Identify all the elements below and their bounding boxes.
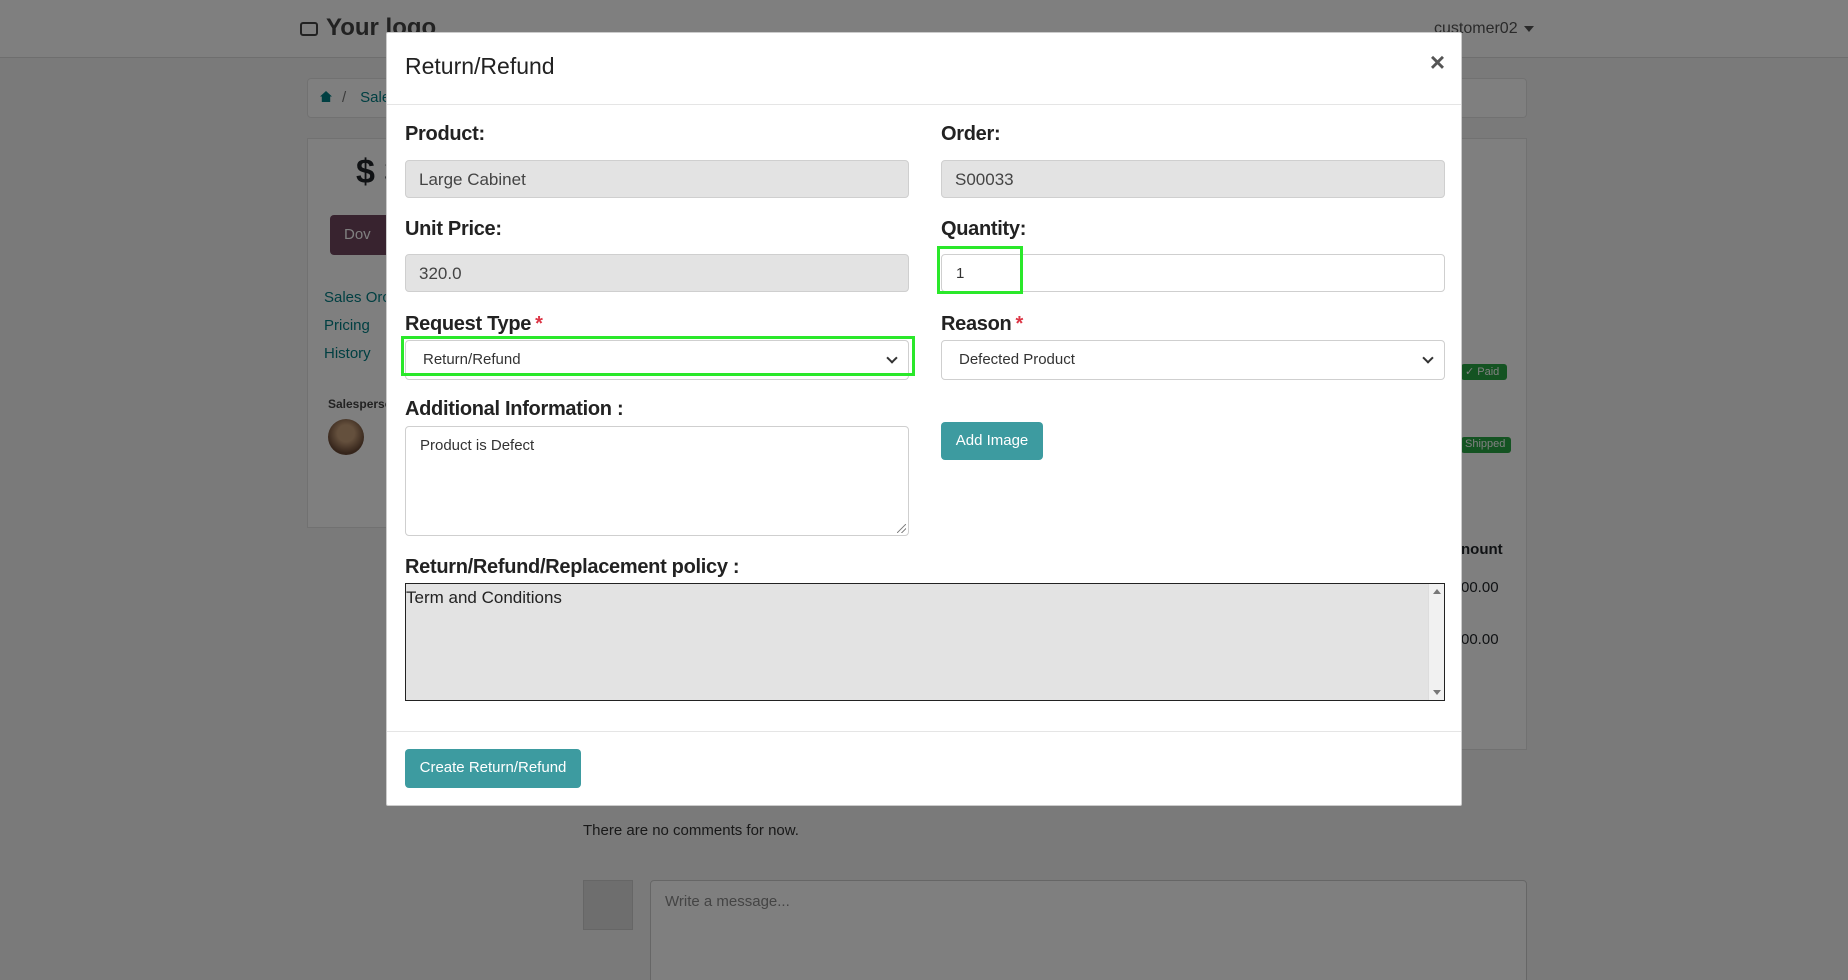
request-type-label-text: Request Type xyxy=(405,313,532,335)
chevron-down-icon xyxy=(886,352,898,364)
reason-value: Defected Product xyxy=(959,351,1075,368)
unit-price-field: 320.0 xyxy=(405,254,909,292)
reason-label-text: Reason xyxy=(941,313,1012,335)
return-refund-modal: Return/Refund × Product: Large Cabinet O… xyxy=(386,32,1462,806)
quantity-label: Quantity: xyxy=(941,218,1027,240)
request-type-value: Return/Refund xyxy=(423,351,521,368)
reason-select[interactable]: Defected Product xyxy=(941,340,1445,380)
create-return-refund-button[interactable]: Create Return/Refund xyxy=(405,749,581,788)
product-label: Product: xyxy=(405,123,485,145)
request-type-label: Request Type * xyxy=(405,313,543,336)
request-type-select[interactable]: Return/Refund xyxy=(405,340,909,380)
close-icon[interactable]: × xyxy=(1430,47,1445,78)
modal-header: Return/Refund × xyxy=(387,33,1461,105)
policy-scrollbar[interactable] xyxy=(1428,584,1444,700)
product-field: Large Cabinet xyxy=(405,160,909,198)
quantity-input[interactable]: 1 xyxy=(941,254,1445,292)
modal-footer xyxy=(387,731,1461,732)
additional-info-textarea[interactable]: Product is Defect xyxy=(405,426,909,536)
scroll-up-icon[interactable] xyxy=(1433,589,1441,594)
additional-info-value: Product is Defect xyxy=(420,437,535,454)
policy-value: Term and Conditions xyxy=(406,588,562,607)
chevron-down-icon xyxy=(1422,352,1434,364)
required-marker: * xyxy=(1015,313,1023,335)
reason-label: Reason * xyxy=(941,313,1023,336)
add-image-button[interactable]: Add Image xyxy=(941,422,1043,460)
order-label: Order: xyxy=(941,123,1001,145)
resize-handle-icon[interactable] xyxy=(897,524,906,533)
unit-price-label: Unit Price: xyxy=(405,218,502,240)
policy-label: Return/Refund/Replacement policy : xyxy=(405,556,740,578)
policy-textarea[interactable]: Term and Conditions xyxy=(405,583,1445,701)
required-marker: * xyxy=(535,313,543,335)
scroll-down-icon[interactable] xyxy=(1433,690,1441,695)
order-field: S00033 xyxy=(941,160,1445,198)
additional-info-label: Additional Information : xyxy=(405,398,624,420)
modal-title: Return/Refund xyxy=(405,53,555,79)
